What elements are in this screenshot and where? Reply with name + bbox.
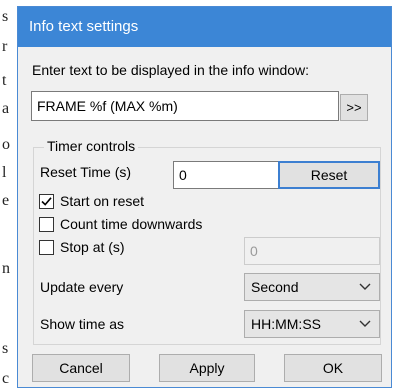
expand-button[interactable]: >>	[340, 94, 368, 121]
checkbox-box[interactable]	[39, 193, 54, 209]
reset-button[interactable]: Reset	[278, 161, 380, 189]
checkbox-box[interactable]	[39, 216, 54, 232]
stop-at-label: Stop at (s)	[60, 239, 125, 255]
show-time-as-value: HH:MM:SS	[251, 316, 321, 332]
dialog-title: Info text settings	[29, 18, 139, 35]
background-glyph: c	[2, 370, 10, 387]
update-every-value: Second	[251, 279, 299, 295]
timer-controls-title: Timer controls	[44, 138, 139, 154]
stop-at-checkbox[interactable]: Stop at (s)	[39, 239, 125, 255]
background-glyph: s	[2, 8, 9, 25]
info-text-input[interactable]	[31, 91, 339, 121]
background-glyph: l	[2, 164, 7, 181]
checkmark-icon	[41, 196, 52, 206]
update-every-select[interactable]: Second	[244, 273, 380, 301]
apply-button[interactable]: Apply	[159, 354, 255, 382]
background-glyph: e	[2, 192, 10, 209]
show-time-as-select[interactable]: HH:MM:SS	[244, 310, 380, 338]
count-down-checkbox[interactable]: Count time downwards	[39, 216, 202, 232]
reset-time-input[interactable]	[173, 161, 283, 189]
background-glyph: r	[2, 38, 8, 55]
count-down-label: Count time downwards	[60, 216, 203, 232]
title-bar[interactable]: Info text settings	[18, 7, 391, 47]
update-every-label: Update every	[40, 279, 124, 295]
cancel-button[interactable]: Cancel	[32, 354, 130, 382]
chevron-down-icon	[359, 320, 371, 327]
info-text-settings-dialog: Info text settings Enter text to be disp…	[17, 6, 392, 388]
background-glyph: s	[2, 340, 9, 357]
ok-button[interactable]: OK	[284, 354, 382, 382]
start-on-reset-checkbox[interactable]: Start on reset	[39, 193, 144, 209]
background-glyph: a	[2, 100, 10, 117]
show-time-as-label: Show time as	[40, 316, 125, 332]
background-glyph: o	[2, 136, 10, 153]
background-glyph: t	[2, 72, 7, 89]
info-text-prompt: Enter text to be displayed in the info w…	[32, 62, 310, 78]
checkbox-box[interactable]	[39, 239, 54, 255]
stop-at-input	[244, 237, 380, 265]
start-on-reset-label: Start on reset	[60, 193, 145, 209]
chevron-down-icon	[359, 283, 371, 290]
reset-time-label: Reset Time (s)	[40, 164, 132, 180]
background-glyph: n	[2, 260, 10, 277]
